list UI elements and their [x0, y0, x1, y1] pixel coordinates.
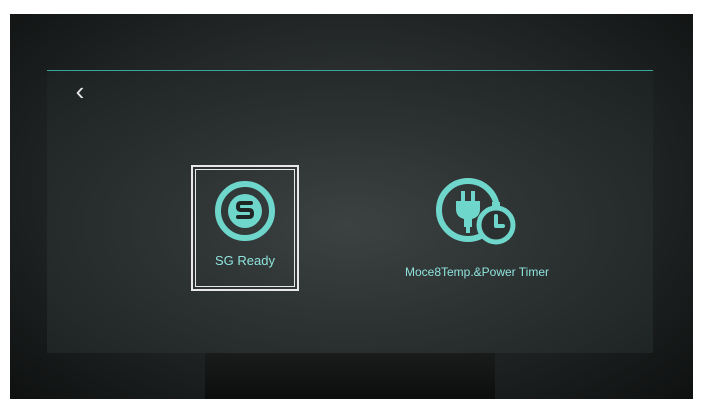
back-button[interactable]: ‹ [68, 76, 92, 106]
sg-ready-label: SG Ready [215, 253, 275, 268]
sg-ready-icon [215, 181, 275, 241]
plug-timer-icon [436, 178, 516, 245]
mode-temp-power-timer-tile[interactable]: Moce8Temp.&Power Timer [367, 171, 587, 291]
mode-temp-power-timer-label: Moce8Temp.&Power Timer [404, 265, 550, 279]
back-chevron-icon: ‹ [75, 76, 85, 106]
device-stand [205, 352, 495, 399]
sg-ready-tile[interactable]: SG Ready [191, 165, 299, 291]
device-screen: ‹ SG Ready Moce8Temp.&Power Timer [47, 70, 653, 353]
